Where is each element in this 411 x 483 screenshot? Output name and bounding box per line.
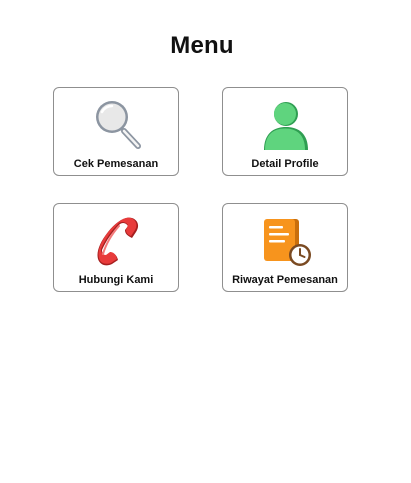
menu-card-hubungi-kami[interactable]: Hubungi Kami	[53, 203, 179, 292]
phone-icon	[97, 217, 139, 266]
search-icon	[96, 101, 141, 149]
page-title: Menu	[170, 32, 234, 59]
menu-label-hubungi-kami: Hubungi Kami	[78, 274, 154, 286]
menu-label-riwayat-pemesanan: Riwayat Pemesanan	[232, 274, 338, 286]
menu-label-cek-pemesanan: Cek Pemesanan	[73, 158, 159, 170]
menu-label-detail-profile: Detail Profile	[251, 158, 319, 170]
user-icon	[264, 102, 308, 150]
menu-card-detail-profile[interactable]: Detail Profile	[222, 87, 348, 176]
menu-card-riwayat-pemesanan[interactable]: Riwayat Pemesanan	[222, 203, 348, 292]
menu-card-cek-pemesanan[interactable]: Cek Pemesanan	[53, 87, 179, 176]
order-history-icon	[264, 219, 311, 266]
